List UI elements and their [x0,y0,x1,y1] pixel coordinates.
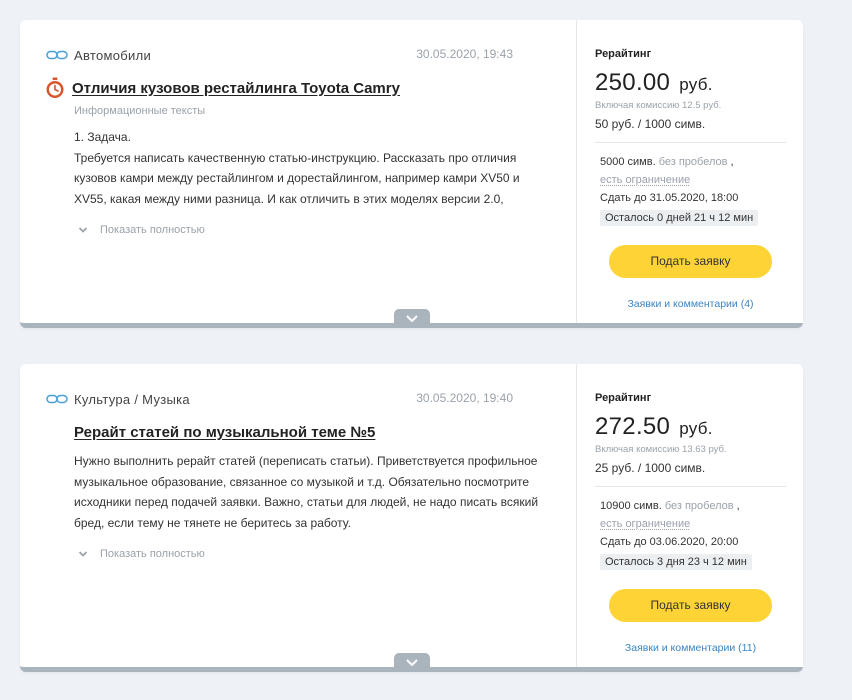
chevron-down-icon [406,315,418,323]
chevron-down-icon [78,227,88,233]
task-date: 30.05.2020, 19:40 [416,391,513,405]
task-sidebar: Рерайтинг 250.00 руб. Включая комиссию 1… [576,20,803,323]
divider [595,142,786,143]
collapse-tab[interactable] [394,309,430,328]
apply-button[interactable]: Подать заявку [609,589,772,622]
price-currency: руб. [679,75,713,94]
time-remaining-badge: Осталось 3 дня 23 ч 12 мин [600,554,752,570]
rate-per-1000: 25 руб. / 1000 симв. [595,461,706,475]
task-date: 30.05.2020, 19:43 [416,47,513,61]
task-main: Автомобили 30.05.2020, 19:43 Отличия куз… [20,20,576,328]
divider [595,486,786,487]
task-price: 272.50 руб. [595,413,786,441]
task-title-link[interactable]: Рерайт статей по музыкальной теме №5 [74,424,375,441]
commission-note: Включая комиссию 13.63 руб. [595,444,727,455]
symbols-note: без пробелов [664,500,734,512]
apply-button[interactable]: Подать заявку [609,245,772,278]
price-value: 250.00 [595,69,671,96]
comments-link[interactable]: Заявки и комментарии (11) [595,642,786,654]
symbols-sep: , [736,500,740,512]
collapse-tab[interactable] [394,653,430,672]
symbols-note: без пробелов [658,156,728,168]
task-description: Нужно выполнить рерайт статей (переписат… [74,454,539,530]
limit-link[interactable]: есть ограничение [600,174,690,186]
link-icon [46,394,68,404]
symbols-info: 10900 симв. без пробелов , [600,498,786,514]
commission-note: Включая комиссию 12.5 руб. [595,100,722,111]
stopwatch-icon [46,77,64,98]
task-type: Рерайтинг [595,392,652,404]
symbols-info: 5000 симв. без пробелов , [600,154,786,170]
task-title-link[interactable]: Отличия кузовов рестайлинга Toyota Camry [72,80,400,97]
task-description-body: Требуется написать качественную статью-и… [74,150,520,206]
show-full-label: Показать полностью [100,224,205,236]
task-type: Рерайтинг [595,48,652,60]
deadline: Сдать до 31.05.2020, 18:00 [600,192,739,204]
link-icon [46,50,68,60]
symbols-count: 10900 симв. [600,500,662,512]
chevron-down-icon [78,551,88,557]
deadline: Сдать до 03.06.2020, 20:00 [600,536,739,548]
task-category[interactable]: Культура / Музыка [74,392,190,407]
time-remaining-badge: Осталось 0 дней 21 ч 12 мин [600,210,759,226]
task-card: Автомобили 30.05.2020, 19:43 Отличия куз… [20,20,803,328]
task-price: 250.00 руб. [595,69,786,97]
price-currency: руб. [679,419,713,438]
task-main: Культура / Музыка 30.05.2020, 19:40 Рера… [20,364,576,672]
show-full-toggle[interactable]: Показать полностью [78,224,551,236]
task-sidebar: Рерайтинг 272.50 руб. Включая комиссию 1… [576,364,803,667]
comments-link[interactable]: Заявки и комментарии (4) [595,298,786,310]
symbols-count: 5000 симв. [600,156,656,168]
show-full-toggle[interactable]: Показать полностью [78,548,551,560]
task-subtype: Информационные тексты [74,105,206,117]
symbols-sep: , [730,156,734,168]
task-card: Культура / Музыка 30.05.2020, 19:40 Рера… [20,364,803,672]
show-full-label: Показать полностью [100,548,205,560]
task-description-heading: 1. Задача. [74,130,131,144]
task-category[interactable]: Автомобили [74,48,151,63]
price-value: 272.50 [595,413,671,440]
rate-per-1000: 50 руб. / 1000 симв. [595,117,706,131]
chevron-down-icon [406,659,418,667]
limit-link[interactable]: есть ограничение [600,518,690,530]
task-description: 1. Задача. Требуется написать качественн… [74,127,544,209]
